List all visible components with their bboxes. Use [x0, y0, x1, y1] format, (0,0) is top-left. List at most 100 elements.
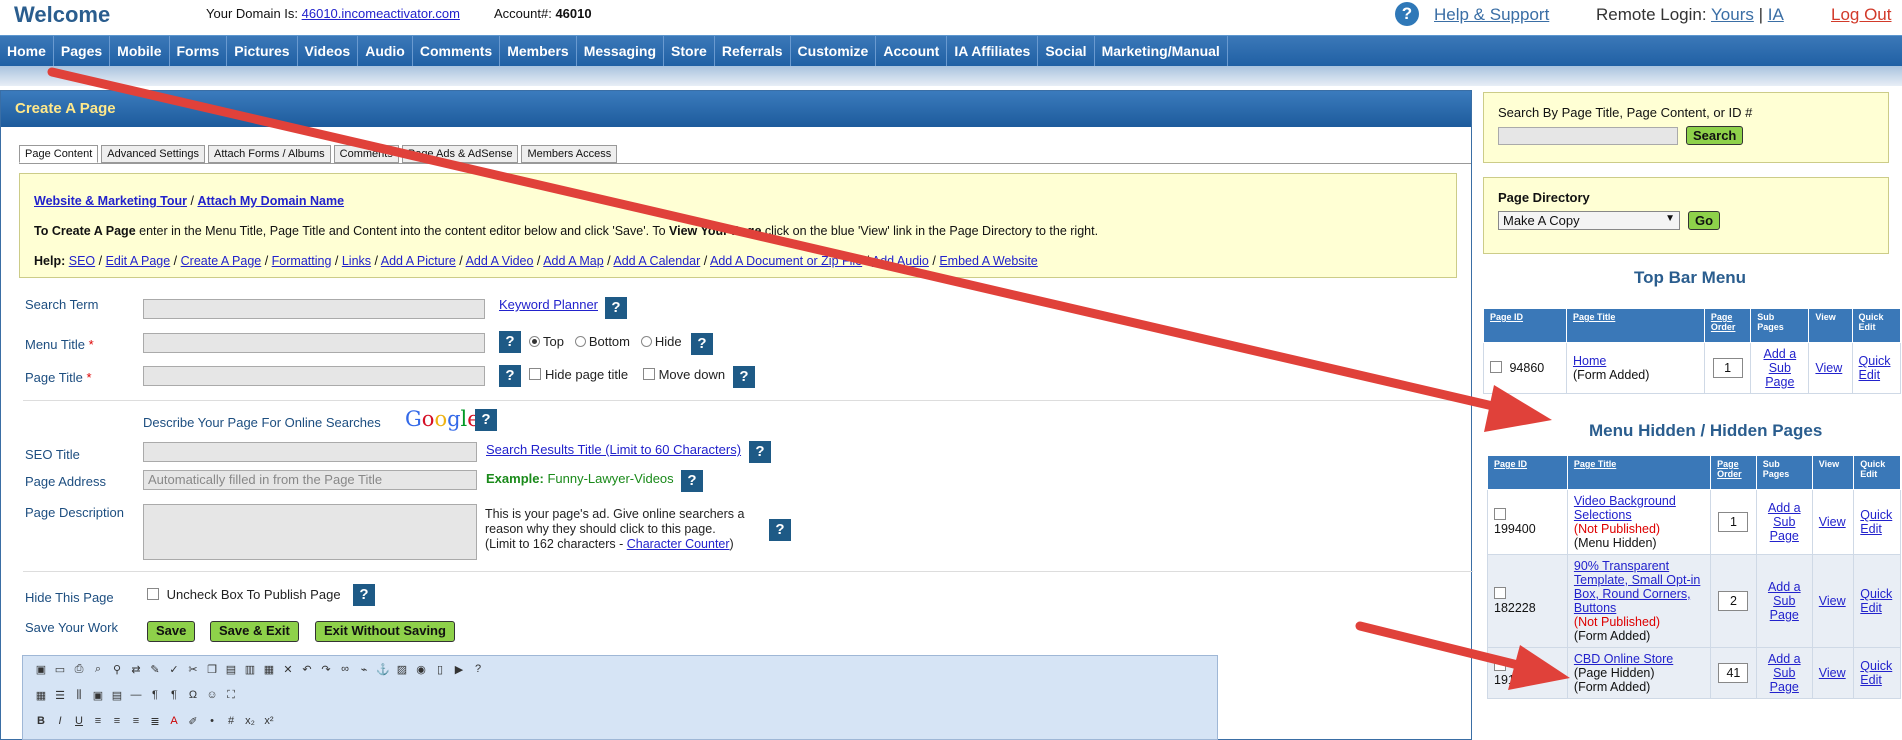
sidebar-search-input[interactable] [1498, 126, 1678, 145]
bullet-list-icon[interactable]: • [204, 713, 220, 729]
help-embed-website[interactable]: Embed A Website [939, 254, 1037, 268]
row-order-input[interactable]: 1 [1712, 358, 1743, 378]
menu-title-help-icon[interactable]: ? [499, 331, 521, 353]
nav-social[interactable]: Social [1038, 36, 1095, 66]
nav-members[interactable]: Members [500, 36, 577, 66]
tab-members-access[interactable]: Members Access [521, 145, 618, 163]
help-add-calendar[interactable]: Add A Calendar [613, 254, 700, 268]
split-cells-icon[interactable]: ▤ [109, 687, 125, 703]
print-icon[interactable]: ⎙ [71, 661, 87, 677]
view-link[interactable]: View [1819, 594, 1846, 608]
help-support-link[interactable]: Help & Support [1434, 5, 1549, 25]
paste-icon[interactable]: ▤ [223, 661, 239, 677]
quick-edit-link[interactable]: Quick Edit [1860, 508, 1892, 536]
image-icon[interactable]: ▨ [394, 661, 410, 677]
row-title-link[interactable]: 90% Transparent Template, Small Opt-in B… [1574, 559, 1700, 615]
undo-icon[interactable]: ↶ [299, 661, 315, 677]
save-icon[interactable]: ▣ [33, 661, 49, 677]
font-color-icon[interactable]: A [166, 713, 182, 729]
tab-advanced-settings[interactable]: Advanced Settings [101, 145, 206, 163]
sidebar-search-button[interactable]: Search [1686, 126, 1744, 145]
remote-login-ia[interactable]: IA [1768, 5, 1784, 24]
help-edit-page[interactable]: Edit A Page [106, 254, 171, 268]
quick-edit-link[interactable]: Quick Edit [1859, 354, 1891, 382]
rtl-icon[interactable]: ¶ [166, 687, 182, 703]
col-page-title[interactable]: Page Title [1566, 455, 1712, 490]
nav-marketing-manual[interactable]: Marketing/Manual [1095, 36, 1228, 66]
nav-pictures[interactable]: Pictures [227, 36, 298, 66]
page-title-options-help-icon[interactable]: ? [733, 366, 755, 388]
fullscreen-icon[interactable]: ⛶ [223, 687, 239, 703]
link-icon[interactable]: ∞ [337, 661, 353, 677]
page-description-help-icon[interactable]: ? [769, 519, 791, 541]
page-title-input[interactable] [143, 366, 485, 386]
col-page-title[interactable]: Page Title [1565, 308, 1705, 343]
anchor-icon[interactable]: ⚓ [375, 661, 391, 677]
save-button[interactable]: Save [147, 621, 196, 642]
replace-icon[interactable]: ⇄ [128, 661, 144, 677]
hide-this-page-checkbox[interactable] [147, 588, 159, 600]
unlink-icon[interactable]: ⌁ [356, 661, 372, 677]
hide-page-title-checkbox[interactable] [529, 368, 541, 380]
col-page-id[interactable]: Page ID [1487, 455, 1568, 490]
tab-page-content[interactable]: Page Content [19, 145, 99, 163]
bold-icon[interactable]: B [33, 713, 49, 729]
underline-icon[interactable]: U [71, 713, 87, 729]
delete-icon[interactable]: ✕ [280, 661, 296, 677]
paste-word-icon[interactable]: ▦ [261, 661, 277, 677]
redo-icon[interactable]: ↷ [318, 661, 334, 677]
remote-login-yours[interactable]: Yours [1711, 5, 1754, 24]
domain-link[interactable]: 46010.incomeactivator.com [302, 6, 460, 21]
cut-icon[interactable]: ✂ [185, 661, 201, 677]
page-description-textarea[interactable] [143, 504, 477, 560]
tab-page-ads[interactable]: Page Ads & AdSense [401, 145, 519, 163]
merge-cells-icon[interactable]: ▣ [90, 687, 106, 703]
nav-forms[interactable]: Forms [170, 36, 228, 66]
exit-without-saving-button[interactable]: Exit Without Saving [315, 621, 455, 642]
search-term-help-icon[interactable]: ? [605, 297, 627, 319]
nav-audio[interactable]: Audio [358, 36, 413, 66]
numbered-list-icon[interactable]: # [223, 713, 239, 729]
nav-home[interactable]: Home [0, 36, 54, 66]
emoticon-icon[interactable]: ☺ [204, 687, 220, 703]
hide-this-page-help-icon[interactable]: ? [353, 584, 375, 606]
row-checkbox[interactable] [1494, 508, 1506, 520]
align-center-icon[interactable]: ≡ [109, 713, 125, 729]
nav-account[interactable]: Account [876, 36, 948, 66]
help-add-audio[interactable]: Add Audio [872, 254, 929, 268]
nav-videos[interactable]: Videos [298, 36, 359, 66]
keyword-planner-link[interactable]: Keyword Planner [499, 297, 598, 312]
flash-icon[interactable]: ◉ [413, 661, 429, 677]
row-title-link[interactable]: Video Background Selections [1574, 494, 1676, 522]
help-add-picture[interactable]: Add A Picture [381, 254, 456, 268]
page-title-help-icon[interactable]: ? [499, 365, 521, 387]
add-sub-page-link[interactable]: Add a Sub Page [1768, 580, 1801, 622]
search-term-input[interactable] [143, 299, 485, 319]
help-add-video[interactable]: Add A Video [466, 254, 534, 268]
help-icon[interactable]: ? [1395, 2, 1419, 26]
editor-help-icon[interactable]: ? [470, 661, 486, 677]
subscript-icon[interactable]: x₂ [242, 713, 258, 729]
go-button[interactable]: Go [1688, 211, 1721, 230]
find-icon[interactable]: ⚲ [109, 661, 125, 677]
save-exit-button[interactable]: Save & Exit [210, 621, 299, 642]
row-checkbox[interactable] [1490, 361, 1502, 373]
nav-pages[interactable]: Pages [54, 36, 111, 66]
radio-bottom[interactable] [574, 336, 586, 347]
nav-customize[interactable]: Customize [791, 36, 877, 66]
superscript-icon[interactable]: x² [261, 713, 277, 729]
menu-title-input[interactable] [143, 333, 485, 353]
character-counter-link[interactable]: Character Counter [627, 537, 730, 551]
copy-icon[interactable]: ❐ [204, 661, 220, 677]
table-icon[interactable]: ▦ [33, 687, 49, 703]
nav-ia-affiliates[interactable]: IA Affiliates [947, 36, 1039, 66]
row-checkbox[interactable] [1494, 587, 1506, 599]
seo-title-help-icon[interactable]: ? [749, 441, 771, 463]
row-title-link[interactable]: Home [1573, 354, 1606, 368]
help-add-map[interactable]: Add A Map [543, 254, 603, 268]
justify-icon[interactable]: ≣ [147, 713, 163, 729]
page-address-input[interactable]: Automatically filled in from the Page Ti… [143, 470, 477, 490]
highlight-icon[interactable]: ✐ [185, 713, 201, 729]
tab-comments[interactable]: Comments [333, 145, 399, 163]
tab-attach-forms[interactable]: Attach Forms / Albums [208, 145, 331, 163]
